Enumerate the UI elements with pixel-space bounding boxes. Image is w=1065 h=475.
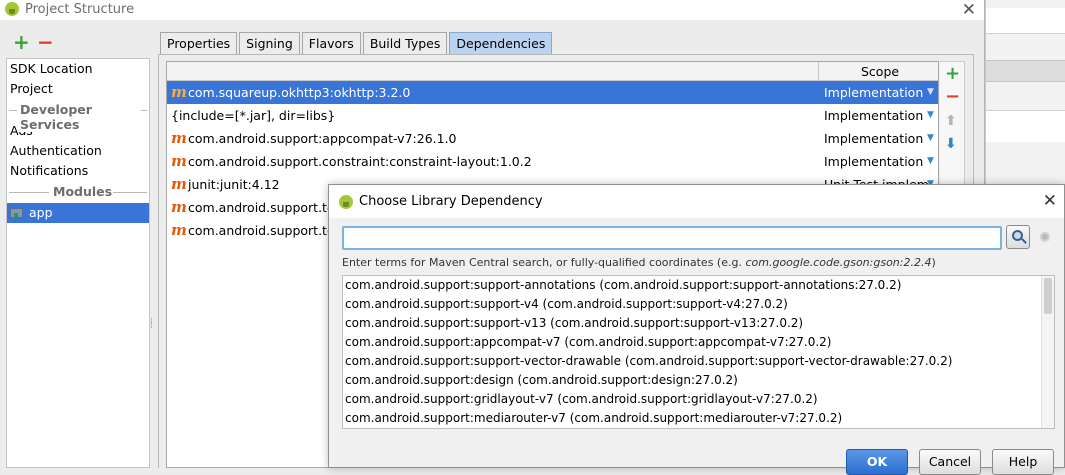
sidebar-item-sdk-location[interactable]: SDK Location — [7, 59, 149, 79]
library-list-body: com.android.support:support-annotations … — [343, 276, 1054, 428]
close-icon[interactable]: ✕ — [962, 0, 976, 20]
tab-build-types[interactable]: Build Types — [362, 32, 448, 55]
section-label: Developer Services — [18, 102, 149, 132]
dependency-coordinate: com.android.support.tes — [188, 223, 342, 238]
module-folder-icon — [10, 208, 23, 218]
dialog-title: Choose Library Dependency — [359, 194, 543, 209]
dependency-coordinate: com.android.support:appcompat-v7:26.1.0 — [188, 131, 457, 146]
remove-dependency-button[interactable]: − — [945, 86, 960, 107]
dependency-coordinate: junit:junit:4.12 — [188, 177, 280, 192]
table-row[interactable]: {include=[*.jar], dir=libs} Implementatio… — [167, 104, 938, 127]
move-up-icon[interactable]: ⬆ — [945, 113, 957, 129]
hint-suffix: ) — [931, 256, 936, 269]
dialog-titlebar: Choose Library Dependency ✕ — [329, 185, 1064, 218]
maven-icon: m — [171, 83, 187, 101]
library-search-input[interactable] — [342, 226, 1002, 250]
splitter-handle[interactable]: ⁞ ⁞ — [150, 318, 153, 331]
maven-icon: m — [171, 175, 187, 193]
table-header: Scope — [167, 62, 938, 81]
loading-spinner-icon: ✺ — [1039, 230, 1051, 246]
library-list: com.android.support:support-annotations … — [342, 275, 1055, 429]
sidebar-item-notifications[interactable]: Notifications — [7, 161, 149, 181]
ok-button[interactable]: OK — [846, 449, 908, 475]
chevron-down-icon[interactable]: ▼ — [927, 150, 934, 173]
sidebar: SDK Location Project Developer Services … — [6, 58, 150, 468]
add-dependency-button[interactable]: + — [945, 63, 960, 84]
tab-properties[interactable]: Properties — [160, 32, 238, 55]
chevron-down-icon[interactable]: ▼ — [927, 81, 934, 104]
remove-module-button[interactable]: − — [37, 30, 54, 54]
scrollbar[interactable] — [1041, 276, 1054, 428]
section-divider — [9, 192, 49, 193]
tab-bar: Properties Signing Flavors Build Types D… — [160, 32, 554, 55]
section-divider — [9, 110, 17, 111]
search-hint: Enter terms for Maven Central search, or… — [342, 256, 936, 269]
sidebar-item-authentication[interactable]: Authentication — [7, 141, 149, 161]
scope-dropdown[interactable]: Implementation — [824, 81, 923, 104]
cancel-button[interactable]: Cancel — [919, 449, 981, 475]
choose-library-dependency-dialog: Choose Library Dependency ✕ ✺ Enter term… — [328, 184, 1065, 475]
dependency-coordinate: {include=[*.jar], dir=libs} — [171, 108, 336, 123]
sidebar-item-label: app — [29, 205, 53, 220]
column-divider[interactable] — [818, 62, 819, 81]
hint-example: com.google.code.gson:gson:2.2.4 — [745, 256, 932, 269]
maven-icon: m — [171, 198, 187, 216]
list-item[interactable]: com.android.support:design (com.android.… — [343, 371, 1054, 390]
scope-dropdown[interactable]: Implementation — [824, 104, 923, 127]
section-label: Modules — [51, 184, 115, 199]
android-studio-icon — [339, 195, 353, 209]
window-titlebar: Project Structure ✕ — [0, 0, 984, 20]
scope-column-header[interactable]: Scope — [861, 64, 899, 79]
move-down-icon[interactable]: ⬇ — [945, 136, 957, 152]
sidebar-item-project[interactable]: Project — [7, 79, 149, 99]
list-item[interactable]: com.android.support:gridlayout-v7 (com.a… — [343, 390, 1054, 409]
background-bar — [986, 110, 1065, 142]
close-icon[interactable]: ✕ — [1043, 191, 1057, 211]
section-divider — [141, 110, 147, 111]
table-row[interactable]: m com.android.support.constraint:constrai… — [167, 150, 938, 173]
dependency-coordinate: com.android.support.tes — [188, 200, 342, 215]
dependency-coordinate: com.squareup.okhttp3:okhttp:3.2.0 — [188, 85, 411, 100]
dependency-coordinate: com.android.support.constraint:constrain… — [188, 154, 532, 169]
list-item[interactable]: com.android.support:mediarouter-v7 (com.… — [343, 409, 1054, 428]
search-icon-handle — [1021, 238, 1027, 244]
sidebar-section-developer-services: Developer Services — [7, 99, 149, 132]
chevron-down-icon[interactable]: ▼ — [927, 127, 934, 150]
table-row[interactable]: m com.squareup.okhttp3:okhttp:3.2.0 Implem… — [167, 81, 938, 104]
scrollbar-thumb[interactable] — [1044, 278, 1052, 314]
list-item[interactable]: com.android.support:support-annotations … — [343, 276, 1054, 295]
maven-icon: m — [171, 129, 187, 147]
scope-dropdown[interactable]: Implementation — [824, 127, 923, 150]
android-studio-icon — [5, 2, 19, 16]
maven-icon: m — [171, 221, 187, 239]
list-item[interactable]: com.android.support:support-v13 (com.and… — [343, 314, 1054, 333]
maven-icon: m — [171, 152, 187, 170]
background-bar — [986, 60, 1065, 82]
window-title: Project Structure — [25, 2, 135, 17]
tab-flavors[interactable]: Flavors — [301, 32, 361, 55]
background-bar — [986, 8, 1065, 34]
tab-signing[interactable]: Signing — [239, 32, 300, 55]
list-item[interactable]: com.android.support:appcompat-v7 (com.an… — [343, 333, 1054, 352]
sidebar-item-app[interactable]: app — [7, 203, 149, 223]
chevron-down-icon[interactable]: ▼ — [927, 104, 934, 127]
table-row[interactable]: m com.android.support:appcompat-v7:26.1.0… — [167, 127, 938, 150]
tab-dependencies[interactable]: Dependencies — [449, 32, 553, 55]
search-button[interactable] — [1006, 225, 1030, 249]
help-button[interactable]: Help — [992, 449, 1054, 475]
section-divider — [113, 192, 147, 193]
list-item[interactable]: com.android.support:support-vector-drawa… — [343, 352, 1054, 371]
add-module-button[interactable]: + — [13, 30, 30, 54]
scope-dropdown[interactable]: Implementation — [824, 150, 923, 173]
sidebar-section-modules: Modules — [7, 181, 149, 203]
hint-text: Enter terms for Maven Central search, or… — [342, 256, 746, 269]
list-item[interactable]: com.android.support:support-v4 (com.andr… — [343, 295, 1054, 314]
